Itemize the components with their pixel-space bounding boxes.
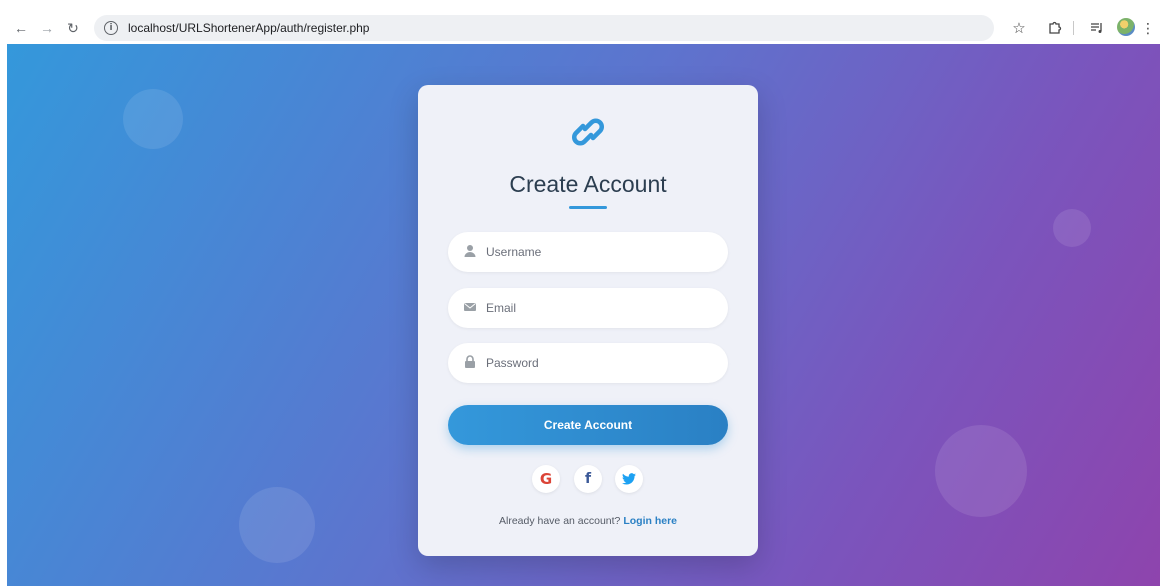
- page-background: Create Account Create Account: [7, 44, 1160, 586]
- login-prompt: Already have an account? Login here: [418, 515, 758, 527]
- reload-icon[interactable]: ↻: [62, 17, 84, 39]
- puzzle-icon[interactable]: [1044, 17, 1066, 39]
- back-arrow-icon[interactable]: ←: [10, 17, 32, 39]
- kebab-menu-icon[interactable]: ⋮: [1140, 17, 1156, 39]
- decorative-circle: [239, 487, 315, 563]
- lock-icon: [465, 355, 475, 368]
- star-icon[interactable]: ☆: [1008, 17, 1030, 39]
- avatar[interactable]: [1117, 18, 1135, 36]
- twitter-bird-icon: [622, 473, 636, 485]
- register-card: Create Account Create Account: [418, 85, 758, 556]
- envelope-icon: [464, 303, 476, 311]
- google-login-button[interactable]: G: [532, 465, 560, 493]
- create-account-button[interactable]: Create Account: [448, 405, 728, 445]
- url-text[interactable]: localhost/URLShortenerApp/auth/register.…: [128, 21, 369, 35]
- info-icon[interactable]: i: [104, 21, 118, 35]
- password-field-wrapper: [448, 343, 728, 383]
- user-icon: [464, 245, 476, 257]
- forward-arrow-icon[interactable]: →: [36, 17, 58, 39]
- browser-toolbar: ← → ↻ i localhost/URLShortenerApp/auth/r…: [0, 0, 1160, 44]
- facebook-icon: f: [584, 471, 592, 487]
- decorative-circle: [1053, 209, 1091, 247]
- page-title: Create Account: [509, 171, 667, 197]
- decorative-circle: [123, 89, 183, 149]
- address-bar[interactable]: i localhost/URLShortenerApp/auth/registe…: [94, 15, 994, 41]
- username-field-wrapper: [448, 232, 728, 272]
- twitter-login-button[interactable]: [615, 465, 643, 493]
- media-control-icon[interactable]: [1086, 17, 1108, 39]
- username-input[interactable]: [486, 232, 716, 272]
- decorative-circle: [935, 425, 1027, 517]
- google-icon: G: [539, 470, 553, 488]
- password-input[interactable]: [486, 343, 716, 383]
- login-link[interactable]: Login here: [623, 515, 677, 527]
- email-field-wrapper: [448, 288, 728, 328]
- link-icon: [572, 118, 604, 146]
- email-input[interactable]: [486, 288, 716, 328]
- title-underline: [569, 206, 607, 209]
- toolbar-divider: [1073, 21, 1074, 35]
- facebook-login-button[interactable]: f: [574, 465, 602, 493]
- login-prompt-text: Already have an account?: [498, 515, 621, 527]
